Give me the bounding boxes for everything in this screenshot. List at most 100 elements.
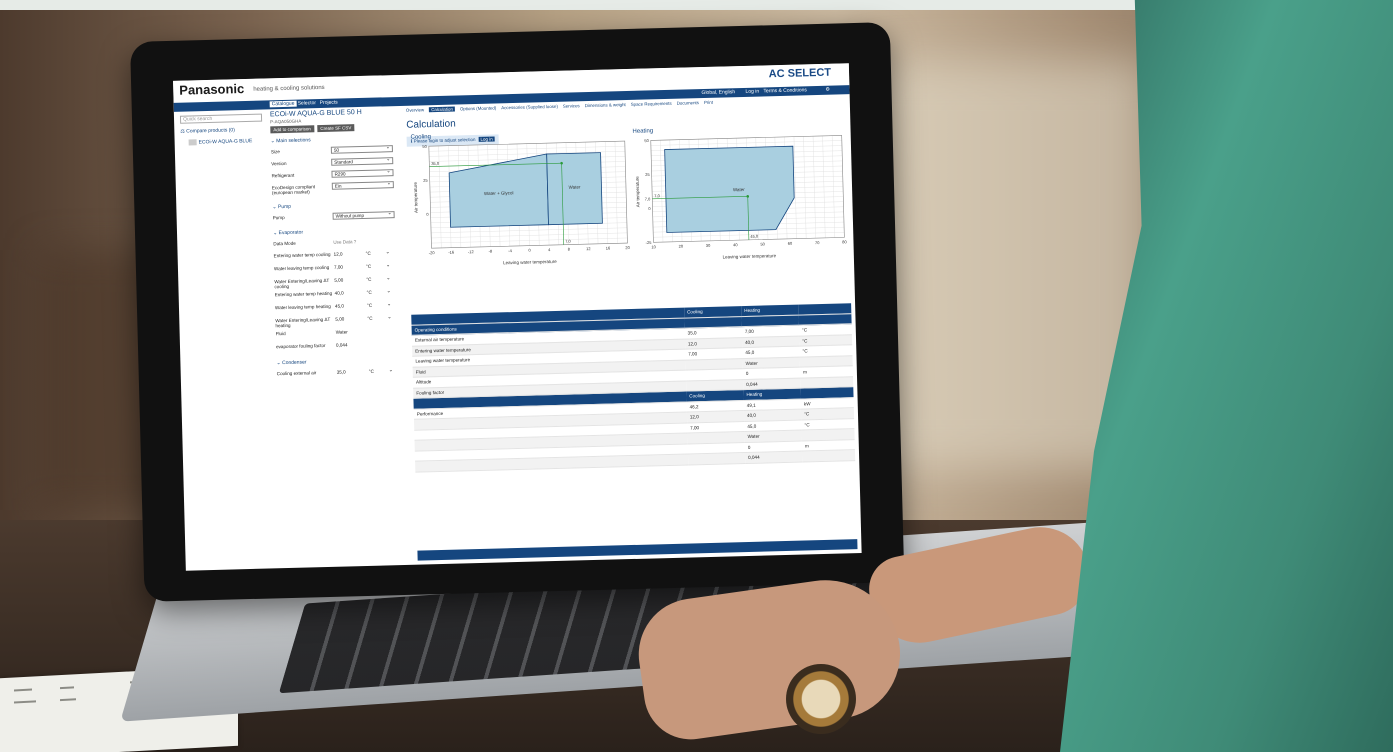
region-label: Water + Glycol bbox=[484, 190, 514, 196]
y-tick-label: 25 bbox=[423, 178, 428, 183]
create-sf-csv-button[interactable]: Create SF CSV bbox=[317, 124, 355, 133]
chevron-down-icon[interactable]: ⌄ bbox=[386, 262, 390, 268]
condenser-section-toggle[interactable]: ⌄ Condenser bbox=[276, 357, 408, 366]
region-label: Water bbox=[733, 187, 745, 192]
field-label: EcoDesign compliant (european market) bbox=[271, 184, 316, 196]
tab-space-requirements[interactable]: Space Requirements bbox=[631, 101, 672, 107]
tab-print[interactable]: Print bbox=[704, 100, 713, 105]
tab-calculation[interactable]: Calculation bbox=[429, 106, 455, 113]
field-select[interactable]: Ein bbox=[331, 181, 394, 190]
unit-select bbox=[802, 449, 856, 462]
parameter-label: Water Entering/Leaving ΔT heating bbox=[275, 316, 331, 329]
pump-select[interactable]: Without pump bbox=[332, 211, 395, 220]
terms-link[interactable]: Terms & Conditions bbox=[763, 87, 807, 94]
ac-select-app: Panasonic heating & cooling solutions AC… bbox=[173, 63, 862, 571]
field-select[interactable]: 50 bbox=[330, 145, 393, 154]
parameter-value[interactable]: 5,00 bbox=[335, 316, 344, 321]
field-label: Refrigerant bbox=[271, 172, 295, 179]
parameter-unit: °C bbox=[367, 315, 373, 321]
nav-tab-catalogue[interactable]: Catalogue bbox=[269, 100, 297, 108]
region-label: Water bbox=[569, 184, 581, 189]
chevron-down-icon[interactable]: ⌄ bbox=[387, 314, 391, 320]
tab-documents[interactable]: Documents bbox=[677, 100, 699, 106]
y-tick-label: -25 bbox=[646, 240, 653, 245]
app-name: AC SELECT bbox=[768, 66, 832, 81]
main-selections-label: Main selections bbox=[276, 137, 311, 145]
chevron-down-icon[interactable]: ⌄ bbox=[387, 301, 391, 307]
tab-services[interactable]: Services bbox=[563, 103, 580, 108]
y-marker-label: 35,0 bbox=[431, 161, 440, 166]
nav-tab-projects[interactable]: Projects bbox=[320, 100, 338, 106]
parameter-value[interactable]: 40,0 bbox=[335, 290, 344, 295]
login-link[interactable]: Log in bbox=[745, 89, 759, 95]
parameter-value[interactable]: 0,044 bbox=[336, 342, 348, 347]
parameter-value[interactable]: 7,00 bbox=[334, 265, 343, 270]
cooling-chart: Cooling Water + Glycol Water 35,0 7,0 -20 -16… bbox=[411, 129, 635, 273]
parameter-unit: °C bbox=[365, 250, 371, 256]
field-row: EcoDesign compliant (european market) Ein bbox=[272, 180, 404, 199]
x-tick-label: 20 bbox=[679, 244, 684, 249]
main-selections-toggle[interactable]: ⌄ Main selections bbox=[271, 135, 403, 144]
x-marker-label: 45,0 bbox=[750, 234, 759, 239]
y-tick-label: 7,0 bbox=[645, 196, 651, 201]
chevron-down-icon[interactable]: ⌄ bbox=[389, 367, 393, 373]
x-tick-label: 40 bbox=[733, 242, 738, 247]
heating-value: 0,044 bbox=[744, 451, 803, 464]
heating-chart: Heating Water 7,0 45,0 10 20 30 40 50 60 70 80 50 25… bbox=[632, 123, 851, 267]
field-select[interactable]: R290 bbox=[331, 169, 394, 178]
parameter-label: Water Entering/Leaving ΔT cooling bbox=[274, 277, 330, 290]
parameter-unit: °C bbox=[366, 302, 373, 308]
parameter-label: Water leaving temp heating bbox=[274, 303, 331, 311]
chevron-down-icon[interactable]: ⌄ bbox=[386, 249, 390, 255]
laptop-screen-bezel: Panasonic heating & cooling solutions AC… bbox=[130, 22, 905, 602]
parameter-value[interactable]: Water bbox=[336, 329, 348, 334]
x-tick-label: 12 bbox=[586, 246, 591, 251]
parameter-value[interactable]: 5,00 bbox=[334, 278, 343, 283]
x-tick-label: -16 bbox=[448, 250, 455, 255]
results-footer-bar bbox=[417, 539, 858, 561]
quick-search-input[interactable]: Quick search bbox=[179, 113, 263, 124]
laptop-screen: Panasonic heating & cooling solutions AC… bbox=[173, 63, 862, 571]
parameter-label: Water leaving temp cooling bbox=[273, 264, 330, 272]
field-select[interactable]: Standard bbox=[331, 157, 394, 166]
compare-products-link[interactable]: ⚖ Compare products (0) bbox=[180, 127, 264, 134]
pump-section-toggle[interactable]: ⌄ Pump bbox=[272, 201, 404, 210]
evaporator-section-toggle[interactable]: ⌄ Evaporator bbox=[273, 227, 405, 237]
x-tick-label: 0 bbox=[528, 248, 531, 253]
gear-icon[interactable]: ⚙ bbox=[825, 87, 830, 93]
condenser-section-label: Condenser bbox=[281, 359, 307, 367]
panasonic-logo[interactable]: Panasonic bbox=[179, 81, 244, 98]
x-tick-label: 16 bbox=[606, 245, 611, 250]
y-tick-label: 0 bbox=[648, 206, 651, 211]
tab-accessories-supplied-loose-[interactable]: Accessories (Supplied loose) bbox=[501, 104, 558, 110]
x-marker-label: 7,0 bbox=[565, 239, 571, 244]
x-tick-label: 20 bbox=[625, 245, 630, 250]
parameter-value[interactable]: 12,0 bbox=[334, 252, 343, 257]
add-to-comparison-button[interactable]: Add to comparison bbox=[270, 125, 314, 134]
product-list-item[interactable]: ECOi-W AQUA-G BLUE bbox=[188, 138, 265, 146]
tab-overview[interactable]: Overview bbox=[406, 107, 424, 112]
x-tick-label: 30 bbox=[706, 243, 711, 248]
y-tick-label: 50 bbox=[644, 138, 649, 143]
data-mode-value[interactable]: Use Data ? bbox=[333, 239, 356, 245]
tab-dimensions-weight[interactable]: Dimensions & weight bbox=[585, 102, 626, 108]
parameter-value[interactable]: 45,0 bbox=[335, 303, 344, 308]
product-config-panel: ECOi-W AQUA-G BLUE 50 H P-AQA050GHA Add … bbox=[270, 108, 409, 382]
x-tick-label: -8 bbox=[489, 249, 493, 254]
chevron-down-icon[interactable]: ⌄ bbox=[386, 275, 390, 281]
y-tick-label: 25 bbox=[645, 172, 650, 177]
parameter-value[interactable]: 35,0 bbox=[337, 369, 346, 374]
tab-options-mounted-[interactable]: Options (Mounted) bbox=[460, 105, 496, 111]
x-axis-label: Leaving water temperature bbox=[723, 253, 777, 259]
nav-tab-selector[interactable]: Selector bbox=[298, 100, 316, 106]
x-tick-label: 70 bbox=[815, 240, 820, 245]
y-tick-label: 50 bbox=[422, 144, 427, 149]
cooling-value bbox=[687, 452, 746, 465]
pump-label: Pump bbox=[272, 215, 285, 221]
parameter-row: Cooling external air 35,0 °C ⌄ bbox=[277, 366, 409, 382]
photo-background: Panasonic heating & cooling solutions AC… bbox=[0, 0, 1393, 752]
chevron-down-icon[interactable]: ⌄ bbox=[387, 288, 391, 294]
wristwatch bbox=[786, 664, 856, 734]
language-selector[interactable]: Global, English bbox=[701, 89, 735, 96]
field-label: Version bbox=[271, 160, 287, 167]
